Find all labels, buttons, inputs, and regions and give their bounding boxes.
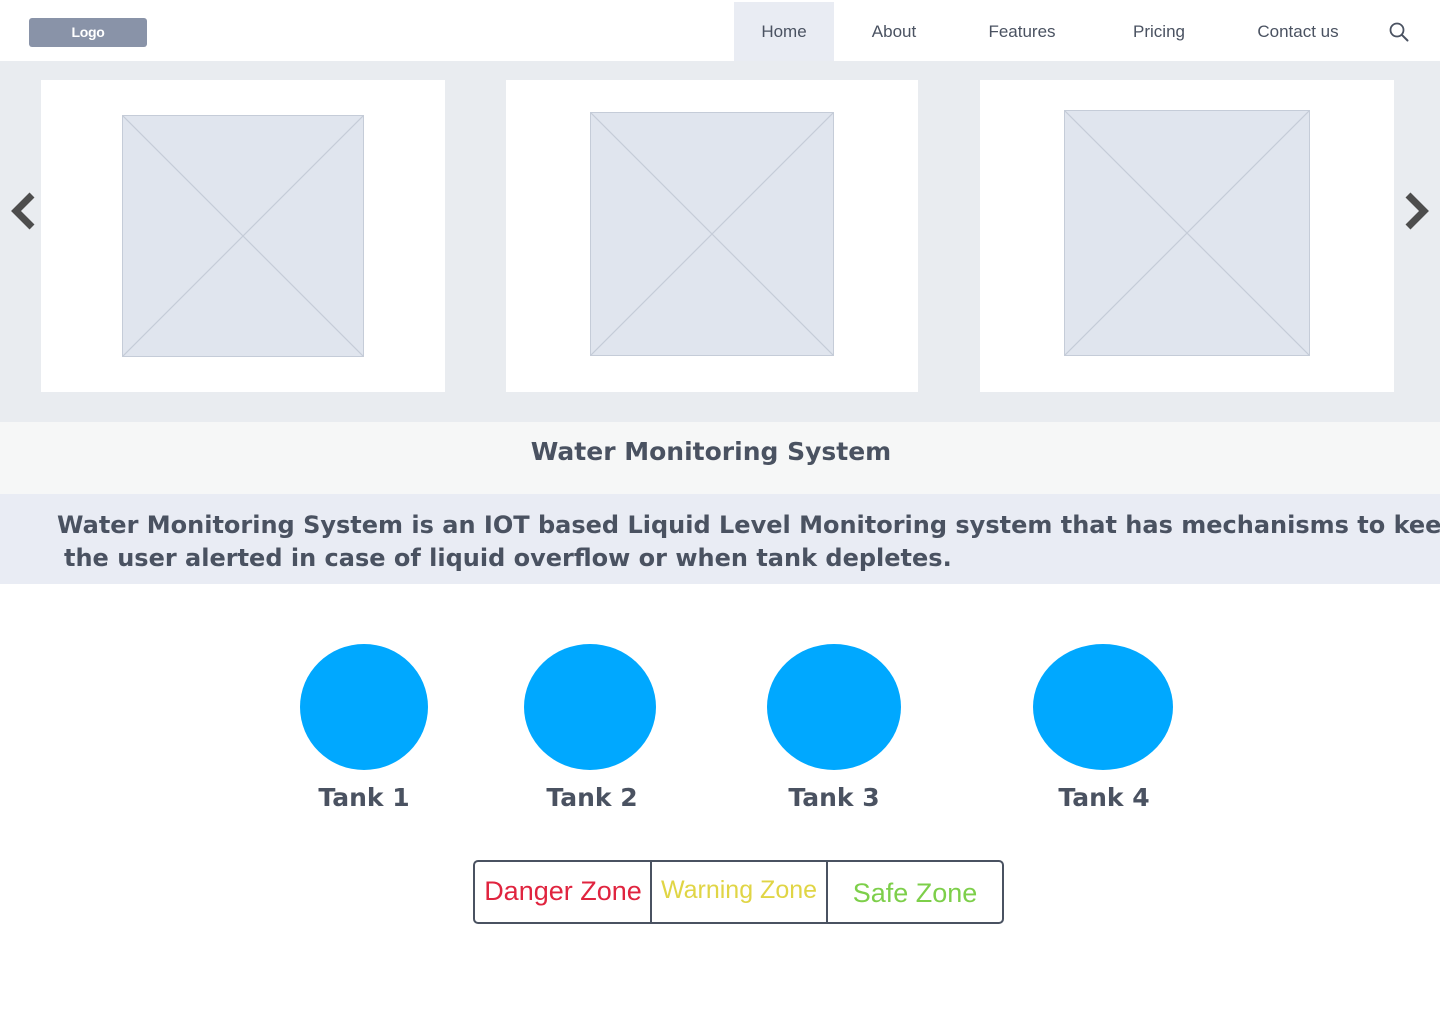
tank-4-label: Tank 4 xyxy=(1058,783,1150,812)
tank-4-indicator[interactable] xyxy=(1033,644,1173,770)
carousel-slide[interactable] xyxy=(980,80,1394,392)
search-icon[interactable] xyxy=(1388,21,1410,43)
tank-1-label: Tank 1 xyxy=(318,783,410,812)
nav-home[interactable]: Home xyxy=(734,2,834,61)
description-line-2: the user alerted in case of liquid overf… xyxy=(64,544,952,572)
image-placeholder xyxy=(590,112,834,356)
page-title: Water Monitoring System xyxy=(530,437,892,466)
image-carousel xyxy=(0,61,1440,422)
tank-3-indicator[interactable] xyxy=(767,644,901,770)
carousel-slide[interactable] xyxy=(41,80,445,392)
description-line-1: Water Monitoring System is an IOT based … xyxy=(57,511,1440,539)
image-placeholder xyxy=(1064,110,1310,356)
chevron-right-icon[interactable] xyxy=(1402,189,1432,233)
nav-about[interactable]: About xyxy=(850,2,938,61)
carousel-slide[interactable] xyxy=(506,80,918,392)
nav-pricing[interactable]: Pricing xyxy=(1112,2,1206,61)
image-placeholder xyxy=(122,115,364,357)
tank-2-label: Tank 2 xyxy=(546,783,638,812)
top-navbar: Logo Home About Features Pricing Contact… xyxy=(0,0,1440,61)
tank-2-indicator[interactable] xyxy=(524,644,656,770)
zone-legend: Danger Zone Warning Zone Safe Zone xyxy=(473,860,1004,924)
tank-3-label: Tank 3 xyxy=(788,783,880,812)
chevron-left-icon[interactable] xyxy=(8,189,38,233)
warning-zone-label: Warning Zone xyxy=(660,876,818,904)
tank-1-indicator[interactable] xyxy=(300,644,428,770)
nav-features[interactable]: Features xyxy=(968,2,1076,61)
safe-zone-label: Safe Zone xyxy=(852,878,978,908)
logo[interactable]: Logo xyxy=(29,18,147,47)
nav-contact-us[interactable]: Contact us xyxy=(1240,2,1356,61)
danger-zone-label: Danger Zone xyxy=(484,876,642,906)
